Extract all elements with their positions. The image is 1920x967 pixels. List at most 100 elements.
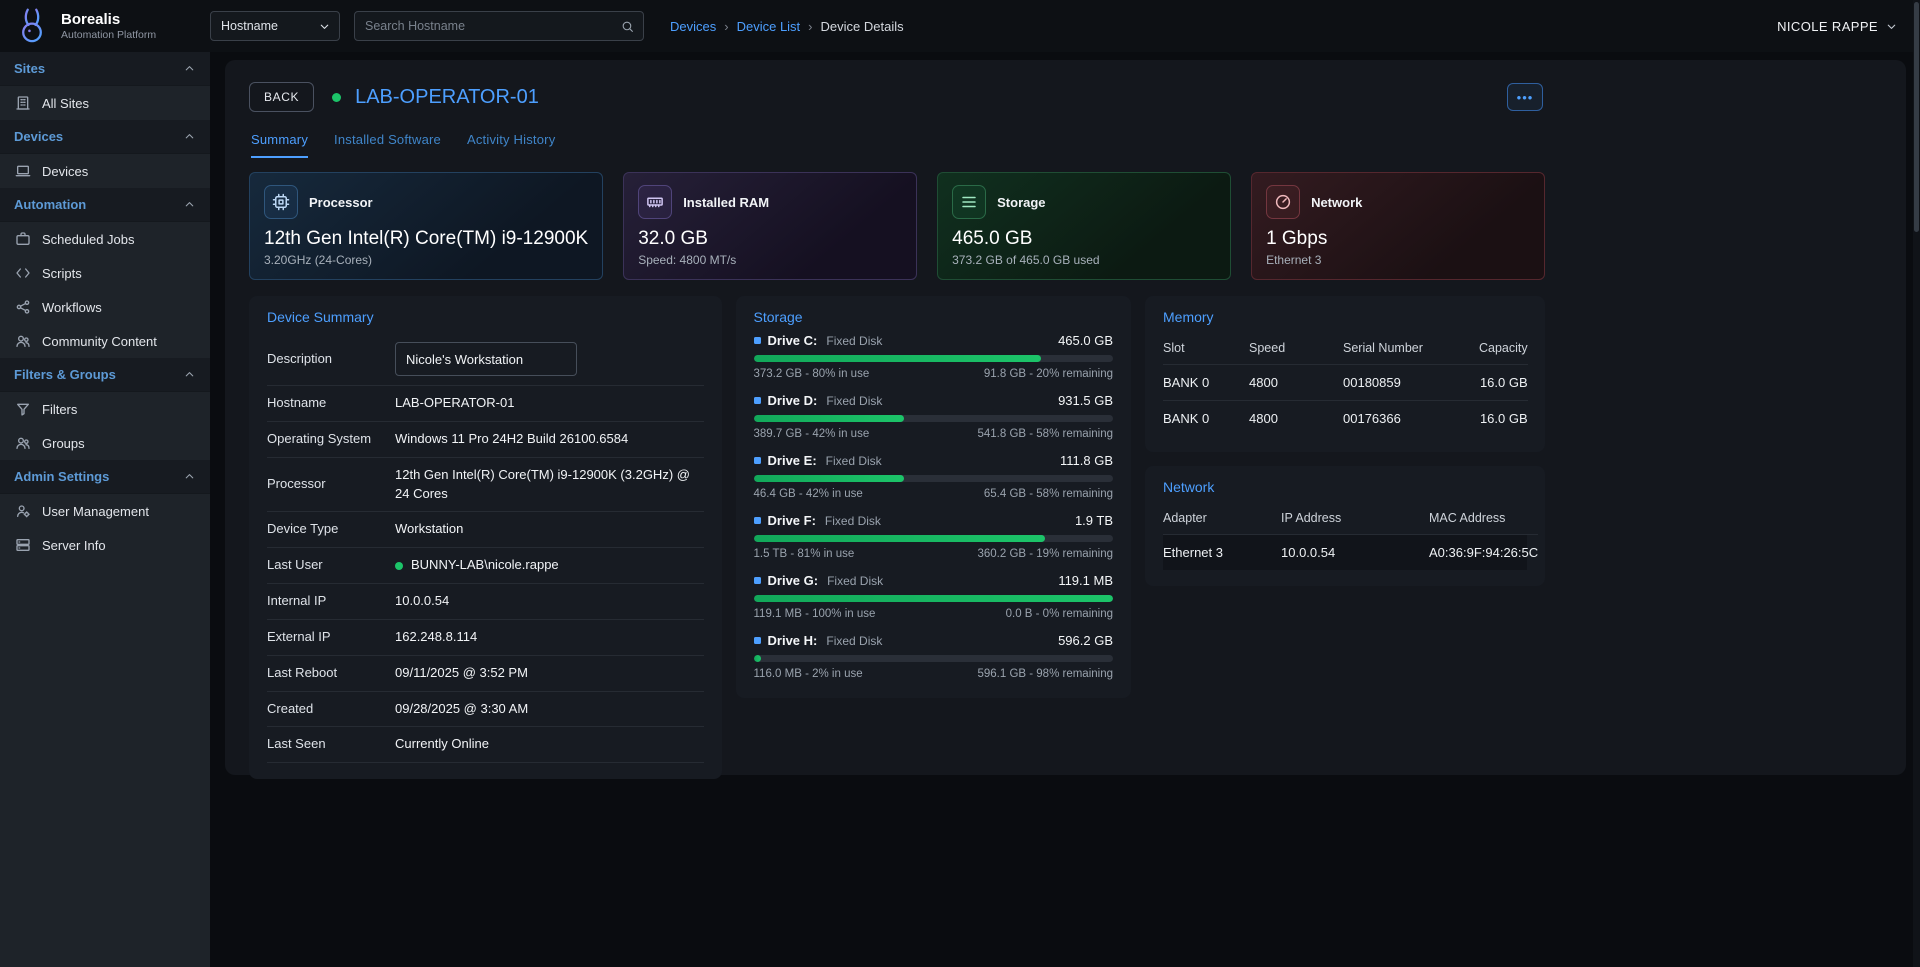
panel-title: Network xyxy=(1163,479,1527,495)
scrollbar-thumb[interactable] xyxy=(1914,2,1919,232)
drive-size: 1.9 TB xyxy=(1075,513,1113,528)
server-icon xyxy=(15,537,31,553)
drive-row-e: Drive E: Fixed Disk 111.8 GB 46.4 GB - 4… xyxy=(754,453,1113,500)
storage-panel: Storage Drive C: Fixed Disk 465.0 GB 373… xyxy=(736,296,1131,698)
sidebar-section-admin-settings[interactable]: Admin Settings xyxy=(0,460,210,494)
sidebar-item-scheduled-jobs[interactable]: Scheduled Jobs xyxy=(0,222,210,256)
drive-row-h: Drive H: Fixed Disk 596.2 GB 116.0 MB - … xyxy=(754,633,1113,680)
sidebar-item-workflows[interactable]: Workflows xyxy=(0,290,210,324)
memory-cell: BANK 0 xyxy=(1163,400,1249,436)
sidebar-item-label: Devices xyxy=(42,164,88,179)
back-button[interactable]: BACK xyxy=(249,82,314,112)
card-footer: 3.20GHz (24-Cores) xyxy=(264,253,588,267)
tab-installed-software[interactable]: Installed Software xyxy=(334,132,441,158)
breadcrumb-separator: › xyxy=(808,19,812,34)
chevron-up-icon xyxy=(183,130,196,143)
memory-cell: 4800 xyxy=(1249,364,1343,400)
storage-card: Storage 465.0 GB 373.2 GB of 465.0 GB us… xyxy=(937,172,1231,280)
sidebar-section-devices[interactable]: Devices xyxy=(0,120,210,154)
drive-usage-bar xyxy=(754,595,1113,602)
sidebar-item-all-sites[interactable]: All Sites xyxy=(0,86,210,120)
processor-card: Processor 12th Gen Intel(R) Core(TM) i9-… xyxy=(249,172,603,280)
drive-used: 1.5 TB - 81% in use xyxy=(754,548,855,560)
section-label: Automation xyxy=(14,197,86,212)
chevron-down-icon xyxy=(1885,20,1898,33)
summary-row-last-user: Last User BUNNY-LAB\nicole.rappe xyxy=(267,548,704,584)
memory-cell: 00180859 xyxy=(1343,364,1479,400)
user-menu[interactable]: NICOLE RAPPE xyxy=(1777,19,1898,34)
network-panel: Network Adapter IP Address MAC Address E… xyxy=(1145,466,1545,586)
sidebar-item-label: Community Content xyxy=(42,334,157,349)
drive-remaining: 596.1 GB - 98% remaining xyxy=(977,668,1113,680)
summary-label: Hostname xyxy=(267,395,395,412)
search-input[interactable] xyxy=(357,19,621,33)
card-label: Network xyxy=(1311,195,1362,210)
drive-type: Fixed Disk xyxy=(826,634,882,648)
summary-label: Last Reboot xyxy=(267,665,395,682)
sidebar-section-sites[interactable]: Sites xyxy=(0,52,210,86)
breadcrumb-devices[interactable]: Devices xyxy=(670,19,716,34)
more-actions-button[interactable]: ••• xyxy=(1507,83,1543,111)
drive-bullet-icon xyxy=(754,517,761,524)
breadcrumb-device-list[interactable]: Device List xyxy=(737,19,801,34)
groups-icon xyxy=(15,435,31,451)
section-label: Admin Settings xyxy=(14,469,109,484)
description-input[interactable] xyxy=(395,342,577,376)
sidebar-item-filters[interactable]: Filters xyxy=(0,392,210,426)
sidebar-item-groups[interactable]: Groups xyxy=(0,426,210,460)
card-label: Storage xyxy=(997,195,1045,210)
memory-header: Capacity xyxy=(1479,333,1528,364)
hostname-filter-label: Hostname xyxy=(221,19,278,33)
drive-bullet-icon xyxy=(754,577,761,584)
summary-label: Operating System xyxy=(267,431,395,448)
chevron-up-icon xyxy=(183,368,196,381)
drive-bullet-icon xyxy=(754,457,761,464)
drive-name: Drive G: xyxy=(768,573,819,588)
memory-cell: 00176366 xyxy=(1343,400,1479,436)
sidebar-item-community-content[interactable]: Community Content xyxy=(0,324,210,358)
ram-icon xyxy=(638,185,672,219)
tab-activity-history[interactable]: Activity History xyxy=(467,132,555,158)
summary-value: 09/28/2025 @ 3:30 AM xyxy=(395,700,704,719)
drive-size: 465.0 GB xyxy=(1058,333,1113,348)
summary-value: 12th Gen Intel(R) Core(TM) i9-12900K (3.… xyxy=(395,466,704,504)
sidebar-item-server-info[interactable]: Server Info xyxy=(0,528,210,562)
brand-subtitle: Automation Platform xyxy=(61,29,156,41)
sidebar-item-label: Scripts xyxy=(42,266,82,281)
card-value: 12th Gen Intel(R) Core(TM) i9-12900K xyxy=(264,228,588,250)
network-header: Adapter xyxy=(1163,503,1281,534)
drive-row-g: Drive G: Fixed Disk 119.1 MB 119.1 MB - … xyxy=(754,573,1113,620)
drive-used: 373.2 GB - 80% in use xyxy=(754,368,870,380)
network-header: IP Address xyxy=(1281,503,1429,534)
drive-used: 389.7 GB - 42% in use xyxy=(754,428,870,440)
drive-usage-bar xyxy=(754,355,1113,362)
drive-size: 119.1 MB xyxy=(1058,573,1113,588)
summary-row-internal-ip: Internal IP 10.0.0.54 xyxy=(267,584,704,620)
sidebar-section-filters-groups[interactable]: Filters & Groups xyxy=(0,358,210,392)
scrollbar[interactable] xyxy=(1913,0,1920,967)
drive-type: Fixed Disk xyxy=(826,394,882,408)
drive-bullet-icon xyxy=(754,637,761,644)
drive-bullet-icon xyxy=(754,397,761,404)
summary-value: LAB-OPERATOR-01 xyxy=(395,394,704,413)
sidebar-item-user-management[interactable]: User Management xyxy=(0,494,210,528)
drive-used: 119.1 MB - 100% in use xyxy=(754,608,876,620)
hostname-filter-dropdown[interactable]: Hostname xyxy=(210,11,340,41)
stat-cards: Processor 12th Gen Intel(R) Core(TM) i9-… xyxy=(249,172,1545,280)
hostname-search[interactable] xyxy=(354,11,644,41)
drive-remaining: 360.2 GB - 19% remaining xyxy=(977,548,1113,560)
breadcrumb: Devices › Device List › Device Details xyxy=(670,19,904,34)
sidebar-section-automation[interactable]: Automation xyxy=(0,188,210,222)
sidebar-item-scripts[interactable]: Scripts xyxy=(0,256,210,290)
drive-usage-bar xyxy=(754,415,1113,422)
network-cell: Ethernet 3 xyxy=(1163,534,1281,570)
memory-header: Speed xyxy=(1249,333,1343,364)
sidebar-item-label: Server Info xyxy=(42,538,106,553)
summary-label: Device Type xyxy=(267,521,395,538)
tab-summary[interactable]: Summary xyxy=(251,132,308,158)
card-value: 1 Gbps xyxy=(1266,228,1530,250)
topbar: Borealis Automation Platform Hostname De… xyxy=(0,0,1920,52)
sidebar-item-devices[interactable]: Devices xyxy=(0,154,210,188)
drive-type: Fixed Disk xyxy=(826,334,882,348)
summary-label: Last Seen xyxy=(267,736,395,753)
